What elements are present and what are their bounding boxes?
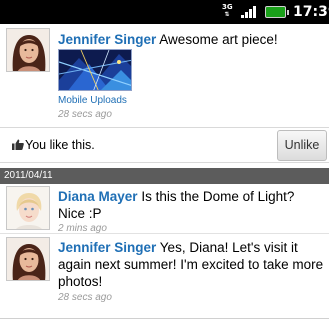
timestamp: 28 secs ago [58,292,112,303]
clock: 17:39 [293,4,329,20]
divider [0,318,329,319]
unlike-button[interactable]: Unlike [277,130,327,161]
like-bar: You like this. Unlike [0,127,329,163]
date-header: 2011/04/11 [0,168,329,184]
author-link[interactable]: Diana Mayer [58,189,138,204]
timestamp: 28 secs ago [58,109,112,120]
avatar[interactable] [6,186,50,230]
thumbs-up-icon [12,139,24,150]
avatar[interactable] [6,28,50,72]
album-link[interactable]: Mobile Uploads [58,95,127,106]
like-status: You like this. [12,138,95,152]
comment-item[interactable]: Diana Mayer Is this the Dome of Light? N… [0,185,329,234]
photo-thumbnail[interactable] [58,49,132,91]
battery-icon [265,6,289,18]
like-text: You like this. [25,138,95,152]
signal-icon [241,6,257,18]
author-link[interactable]: Jennifer Singer [58,32,156,47]
author-link[interactable]: Jennifer Singer [58,240,156,255]
avatar[interactable] [6,237,50,281]
comment-item[interactable]: Jennifer Singer Yes, Diana! Let's visit … [0,233,329,309]
status-bar: 3G ⇅ 17:39 [0,0,329,24]
post-text: Awesome art piece! [159,32,278,47]
feed-post[interactable]: Jennifer Singer Awesome art piece! Mobil… [0,24,329,127]
network-3g-icon: 3G ⇅ [222,3,233,18]
